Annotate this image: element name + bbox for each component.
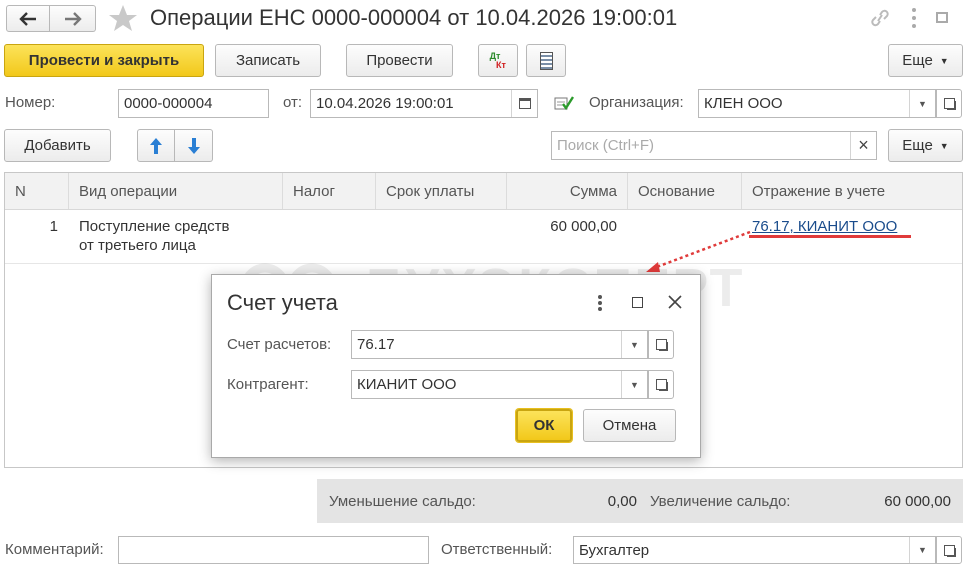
responsible-field[interactable]: Бухгалтер ▼ — [573, 536, 936, 564]
open-responsible-button[interactable] — [936, 536, 962, 564]
date-field[interactable]: 10.04.2026 19:00:01 — [310, 89, 538, 118]
row-sum: 60 000,00 — [550, 218, 617, 235]
dialog-close-icon[interactable] — [668, 295, 682, 309]
responsible-value: Бухгалтер — [579, 541, 650, 559]
open-icon — [943, 98, 956, 110]
comment-label: Комментарий: — [5, 541, 104, 558]
dialog-more-icon[interactable] — [598, 295, 602, 311]
col-operation[interactable]: Вид операции — [69, 173, 283, 209]
responsible-label: Ответственный: — [441, 541, 553, 558]
dialog-maximize-icon[interactable] — [632, 297, 643, 308]
decrease-label: Уменьшение сальдо: — [329, 493, 476, 510]
arrow-down-icon — [187, 137, 200, 154]
table-header: N Вид операции Налог Срок уплаты Сумма О… — [5, 173, 962, 210]
account-field[interactable]: 76.17 ▼ — [351, 330, 648, 359]
report-button[interactable] — [526, 44, 566, 77]
more-menu-icon[interactable] — [911, 8, 917, 28]
link-icon[interactable] — [869, 8, 891, 28]
document-icon — [539, 51, 553, 70]
move-down-button[interactable] — [175, 129, 213, 162]
number-field[interactable]: 0000-000004 — [118, 89, 269, 118]
page-title: Операции ЕНС 0000-000004 от 10.04.2026 1… — [150, 5, 678, 30]
kt-label: Кт — [496, 59, 506, 70]
col-accounting[interactable]: Отражение в учете — [742, 173, 962, 209]
col-basis[interactable]: Основание — [628, 173, 742, 209]
search-input[interactable]: Поиск (Ctrl+F) × — [551, 131, 877, 160]
chevron-down-icon[interactable]: ▼ — [621, 371, 647, 398]
number-label: Номер: — [5, 94, 56, 111]
date-label: от: — [283, 94, 303, 111]
account-dialog: Счет учета Счет расчетов: 76.17 ▼ Контра… — [211, 274, 701, 458]
dropdown-arrow-icon: ▼ — [939, 55, 949, 66]
col-sum[interactable]: Сумма — [507, 173, 628, 209]
ok-button[interactable]: ОК — [516, 409, 572, 442]
increase-label: Увеличение сальдо: — [650, 493, 791, 510]
row-operation-line1: Поступление средств — [79, 218, 230, 235]
star-icon[interactable] — [108, 4, 138, 32]
date-value: 10.04.2026 19:00:01 — [316, 95, 454, 112]
col-tax[interactable]: Налог — [283, 173, 376, 209]
row-operation-line2: от третьего лица — [79, 237, 196, 254]
chevron-down-icon[interactable]: ▼ — [621, 331, 647, 358]
account-value: 76.17 — [357, 336, 395, 353]
open-account-button[interactable] — [648, 330, 674, 359]
increase-value: 60 000,00 — [884, 493, 951, 510]
table-row[interactable]: 1 Поступление средств от третьего лица 6… — [5, 210, 962, 264]
comment-field[interactable] — [118, 536, 429, 564]
chevron-down-icon[interactable]: ▼ — [909, 90, 935, 117]
cancel-button[interactable]: Отмена — [583, 409, 676, 442]
open-icon — [655, 379, 668, 391]
counterparty-value: КИАНИТ ООО — [357, 376, 457, 393]
open-icon — [943, 544, 956, 557]
totals-panel: Уменьшение сальдо: 0,00 Увеличение сальд… — [317, 479, 963, 523]
dialog-title: Счет учета — [227, 290, 338, 315]
open-organization-button[interactable] — [936, 89, 962, 118]
more-label: Еще — [902, 52, 933, 69]
more-button[interactable]: Еще ▼ — [888, 44, 963, 77]
chevron-down-icon[interactable]: ▼ — [909, 537, 935, 563]
arrow-up-icon — [150, 137, 162, 154]
dt-kt-button[interactable]: Дт Кт — [478, 44, 518, 77]
counterparty-label: Контрагент: — [227, 376, 309, 393]
calendar-icon[interactable] — [511, 90, 537, 117]
search-placeholder: Поиск (Ctrl+F) — [557, 137, 654, 154]
organization-value: КЛЕН ООО — [704, 95, 783, 112]
row-accounting-link[interactable]: 76.17, КИАНИТ ООО — [752, 218, 897, 235]
maximize-icon[interactable] — [936, 12, 948, 23]
account-label: Счет расчетов: — [227, 336, 332, 353]
dropdown-arrow-icon: ▼ — [939, 140, 949, 151]
back-button[interactable] — [6, 5, 50, 32]
row-number: 1 — [49, 218, 58, 235]
arrow-left-icon — [19, 11, 36, 26]
table-more-button[interactable]: Еще ▼ — [888, 129, 963, 162]
counterparty-field[interactable]: КИАНИТ ООО ▼ — [351, 370, 648, 399]
red-underline — [749, 235, 911, 238]
open-counterparty-button[interactable] — [648, 370, 674, 399]
table-more-label: Еще — [902, 137, 933, 154]
organization-label: Организация: — [589, 94, 684, 111]
col-n[interactable]: N — [5, 173, 69, 209]
open-icon — [655, 339, 668, 351]
forward-button[interactable] — [50, 5, 96, 32]
decrease-value: 0,00 — [607, 493, 637, 510]
clear-search-icon[interactable]: × — [850, 132, 876, 159]
post-and-close-button[interactable]: Провести и закрыть — [4, 44, 204, 77]
save-button[interactable]: Записать — [215, 44, 321, 77]
organization-field[interactable]: КЛЕН ООО ▼ — [698, 89, 936, 118]
move-up-button[interactable] — [137, 129, 175, 162]
col-due-date[interactable]: Срок уплаты — [376, 173, 507, 209]
post-button[interactable]: Провести — [346, 44, 453, 77]
arrow-right-icon — [64, 11, 82, 26]
add-button[interactable]: Добавить — [4, 129, 111, 162]
approved-icon — [554, 96, 574, 111]
pointer-arrow — [646, 230, 751, 272]
